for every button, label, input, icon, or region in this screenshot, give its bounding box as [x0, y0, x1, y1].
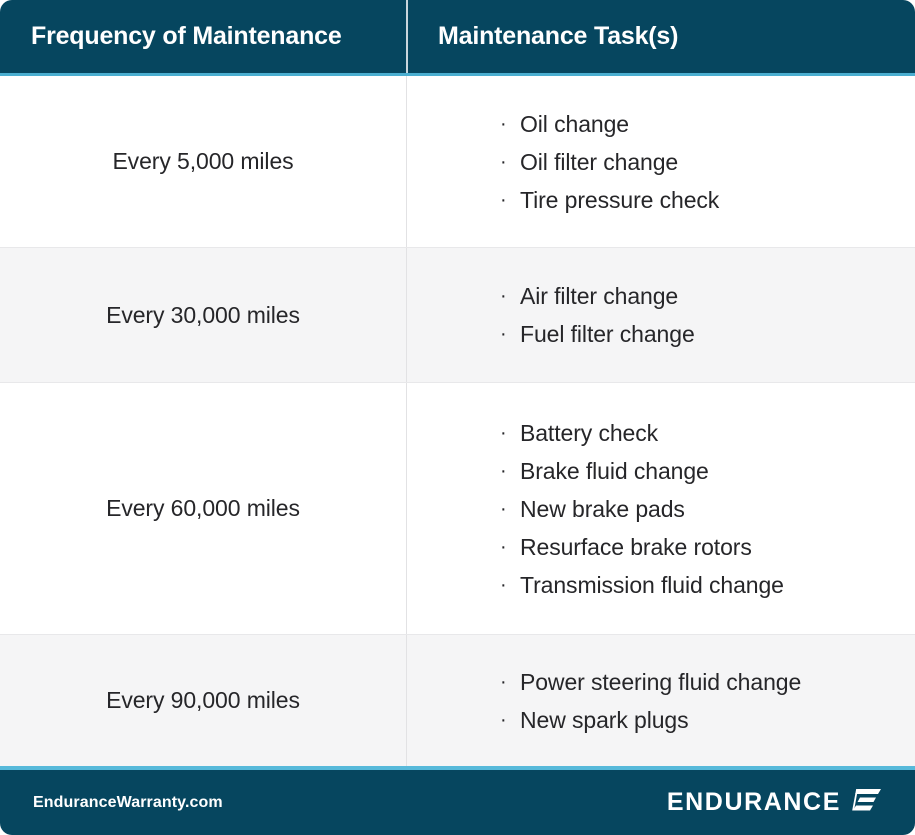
- list-item: · Brake fluid change: [500, 452, 915, 490]
- list-item: · Resurface brake rotors: [500, 528, 915, 566]
- bullet-icon: ·: [500, 535, 507, 558]
- bullet-icon: ·: [500, 112, 507, 135]
- list-item: · Transmission fluid change: [500, 566, 915, 604]
- frequency-cell: Every 30,000 miles: [0, 248, 406, 382]
- bullet-icon: ·: [500, 421, 507, 444]
- tasks-cell: · Battery check · Brake fluid change · N…: [406, 383, 915, 634]
- tasks-cell: · Oil change · Oil filter change · Tire …: [406, 76, 915, 247]
- column-header-tasks: Maintenance Task(s): [438, 22, 679, 50]
- website-label[interactable]: EnduranceWarranty.com: [33, 794, 223, 812]
- bullet-icon: ·: [500, 188, 507, 211]
- brand-logo: ENDURANCE: [667, 787, 882, 818]
- tasks-cell: · Power steering fluid change · New spar…: [406, 635, 915, 766]
- bullet-icon: ·: [500, 497, 507, 520]
- task-label: New spark plugs: [520, 706, 689, 733]
- bullet-icon: ·: [500, 670, 507, 693]
- task-label: Brake fluid change: [520, 457, 709, 484]
- task-label: Fuel filter change: [520, 321, 695, 347]
- list-item: · Battery check: [500, 414, 915, 452]
- list-item: · New spark plugs: [500, 701, 915, 739]
- list-item: · Oil filter change: [500, 143, 915, 181]
- frequency-cell: Every 90,000 miles: [0, 635, 406, 766]
- task-label: Tire pressure check: [520, 186, 720, 213]
- column-header-frequency: Frequency of Maintenance: [31, 22, 342, 50]
- table-row: Every 60,000 miles · Battery check · Bra…: [0, 383, 915, 635]
- list-item: · Oil change: [500, 105, 915, 143]
- task-label: Transmission fluid change: [520, 571, 784, 598]
- row-column-divider: [406, 383, 407, 634]
- maintenance-schedule-table: Frequency of Maintenance Maintenance Tas…: [0, 0, 915, 835]
- task-label: New brake pads: [520, 495, 685, 522]
- tasks-cell: · Air filter change · Fuel filter change: [406, 248, 915, 382]
- table-body: Every 5,000 miles · Oil change · Oil fil…: [0, 76, 915, 766]
- task-label: Oil change: [520, 110, 629, 137]
- frequency-label: Every 30,000 miles: [106, 301, 300, 328]
- table-header-row: Frequency of Maintenance Maintenance Tas…: [0, 0, 915, 73]
- table-row: Every 30,000 miles · Air filter change ·…: [0, 248, 915, 383]
- task-label: Resurface brake rotors: [520, 533, 752, 560]
- endurance-wing-icon: [852, 787, 882, 818]
- frequency-cell: Every 60,000 miles: [0, 383, 406, 634]
- task-label: Power steering fluid change: [520, 668, 802, 695]
- table-row: Every 5,000 miles · Oil change · Oil fil…: [0, 76, 915, 248]
- list-item: · Tire pressure check: [500, 181, 915, 219]
- frequency-cell: Every 5,000 miles: [0, 76, 406, 247]
- list-item: · Fuel filter change: [500, 315, 915, 353]
- row-column-divider: [406, 248, 407, 382]
- header-column-divider: [406, 0, 408, 73]
- list-item: · New brake pads: [500, 490, 915, 528]
- list-item: · Air filter change: [500, 277, 915, 315]
- table-footer: EnduranceWarranty.com ENDURANCE: [0, 770, 915, 835]
- frequency-label: Every 90,000 miles: [106, 687, 300, 713]
- frequency-label: Every 5,000 miles: [112, 148, 294, 174]
- bullet-icon: ·: [500, 708, 507, 731]
- task-label: Battery check: [520, 419, 659, 446]
- bullet-icon: ·: [500, 323, 507, 345]
- task-label: Oil filter change: [520, 148, 679, 175]
- bullet-icon: ·: [500, 150, 507, 173]
- row-column-divider: [406, 76, 407, 247]
- task-label: Air filter change: [520, 283, 679, 309]
- table-row: Every 90,000 miles · Power steering flui…: [0, 635, 915, 766]
- frequency-label: Every 60,000 miles: [106, 495, 300, 521]
- list-item: · Power steering fluid change: [500, 663, 915, 701]
- bullet-icon: ·: [500, 573, 507, 596]
- bullet-icon: ·: [500, 459, 507, 482]
- bullet-icon: ·: [500, 285, 507, 307]
- brand-wordmark: ENDURANCE: [666, 788, 841, 816]
- row-column-divider: [406, 635, 407, 766]
